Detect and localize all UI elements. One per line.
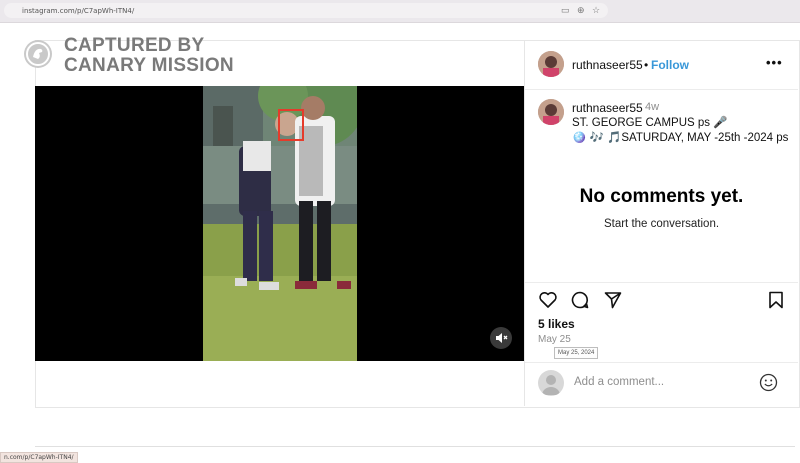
browser-address-bar: instagram.com/p/C7apWh-ITN4/ ▭ ⊕ ☆ bbox=[0, 0, 800, 23]
watermark-text: CAPTURED BY CANARY MISSION bbox=[64, 35, 234, 76]
separator-dot: • bbox=[644, 58, 649, 72]
comment-bubble-icon[interactable] bbox=[570, 290, 590, 310]
post-date[interactable]: May 25 bbox=[538, 334, 571, 345]
actions-divider bbox=[525, 282, 798, 283]
muted-speaker-icon[interactable] bbox=[490, 327, 512, 349]
url-field[interactable]: instagram.com/p/C7apWh-ITN4/ bbox=[4, 3, 608, 18]
url-text: instagram.com/p/C7apWh-ITN4/ bbox=[22, 7, 135, 15]
likes-count[interactable]: 5 likes bbox=[538, 317, 575, 331]
comment-input[interactable]: Add a comment... bbox=[574, 376, 664, 388]
bookmark-icon[interactable] bbox=[766, 290, 786, 310]
caption-line-2: 🪩 🎶 🎵SATURDAY, MAY -25th -2024 ps bbox=[572, 132, 789, 144]
follow-button[interactable]: Follow bbox=[651, 58, 689, 72]
no-comments-subtitle: Start the conversation. bbox=[603, 218, 720, 230]
video-player[interactable] bbox=[35, 86, 524, 361]
commenter-avatar bbox=[538, 370, 564, 396]
comment-divider bbox=[525, 362, 798, 363]
install-app-icon[interactable]: ▭ bbox=[561, 4, 570, 16]
smiley-icon[interactable] bbox=[759, 373, 778, 392]
header-username[interactable]: ruthnaseer55 bbox=[572, 58, 643, 72]
highlight-box bbox=[278, 109, 304, 141]
bookmark-star-icon[interactable]: ☆ bbox=[592, 4, 600, 16]
avatar[interactable] bbox=[538, 51, 564, 77]
header-divider bbox=[525, 89, 798, 90]
canary-logo-icon bbox=[24, 40, 52, 68]
paper-plane-icon[interactable] bbox=[603, 290, 623, 310]
post-age: 4w bbox=[645, 101, 660, 113]
zoom-icon[interactable]: ⊕ bbox=[577, 4, 585, 16]
heart-icon[interactable] bbox=[538, 290, 558, 310]
date-tooltip: May 25, 2024 bbox=[554, 347, 599, 359]
page-divider bbox=[35, 446, 795, 447]
caption-line-1: ST. GEORGE CAMPUS ps 🎤 bbox=[572, 117, 728, 129]
caption-avatar[interactable] bbox=[538, 99, 564, 125]
status-bar-url: n.com/p/C7apWh-ITN4/ bbox=[0, 452, 78, 463]
no-comments-title: No comments yet. bbox=[579, 186, 744, 207]
more-options-icon[interactable]: ••• bbox=[766, 55, 783, 70]
caption-username[interactable]: ruthnaseer55 bbox=[572, 101, 643, 115]
